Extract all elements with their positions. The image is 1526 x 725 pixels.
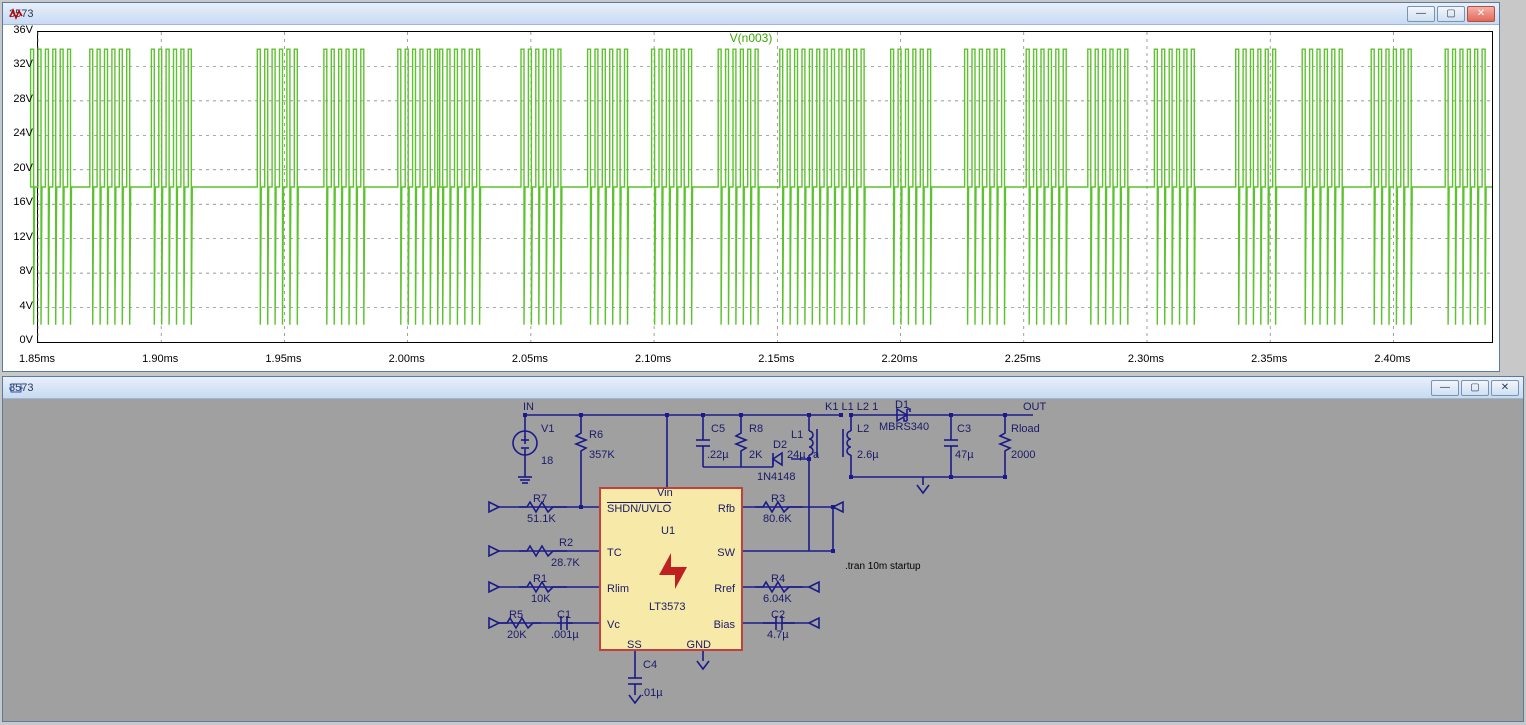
r7-val: 51.1K (527, 513, 556, 525)
minimize-button[interactable]: — (1431, 380, 1459, 396)
r8-val: 2K (749, 449, 762, 461)
x-tick: 2.30ms (1128, 353, 1164, 365)
d2-ref: D2 (773, 439, 787, 451)
x-tick: 2.40ms (1374, 353, 1410, 365)
d2-val: 1N4148 (757, 471, 796, 483)
pin-vc: Vc (607, 619, 620, 631)
v1-ref: V1 (541, 423, 554, 435)
ic-part: LT3573 (649, 601, 686, 613)
pin-rfb: Rfb (718, 503, 735, 515)
r3-val: 80.6K (763, 513, 792, 525)
r5-val: 20K (507, 629, 527, 641)
ic-lt3573: Vin SHDN/UVLO TC Rlim Vc SS GND Bias Rre… (599, 487, 743, 651)
y-tick: 12V (3, 231, 33, 243)
pin-ss: SS (627, 639, 642, 651)
schematic-window: 3573 — ▢ ✕ (2, 376, 1524, 722)
close-button[interactable]: ✕ (1467, 6, 1495, 22)
d1-val: MBRS340 (879, 421, 929, 433)
waveform-body[interactable]: V(n003) 0V4V8V12V16V20V24V28V32V36V1.85m… (3, 25, 1499, 371)
y-tick: 4V (3, 300, 33, 312)
maximize-button[interactable]: ▢ (1461, 380, 1489, 396)
pin-bias: Bias (714, 619, 735, 631)
x-tick: 2.20ms (881, 353, 917, 365)
x-tick: 2.05ms (512, 353, 548, 365)
x-tick: 1.95ms (265, 353, 301, 365)
r7-ref: R7 (533, 493, 547, 505)
l2-val: 2.6µ (857, 449, 879, 461)
spice-directive: .tran 10m startup (845, 561, 921, 572)
y-tick: 20V (3, 162, 33, 174)
r1-val: 10K (531, 593, 551, 605)
r5-ref: R5 (509, 609, 523, 621)
pin-rref: Rref (714, 583, 735, 595)
close-button[interactable]: ✕ (1491, 380, 1519, 396)
plot-area[interactable] (37, 31, 1493, 343)
pin-rlim: Rlim (607, 583, 629, 595)
c5-ref: C5 (711, 423, 725, 435)
c1-val: .001µ (551, 629, 579, 641)
r6-val: 357K (589, 449, 615, 461)
c4-ref: C4 (643, 659, 657, 671)
x-tick: 1.85ms (19, 353, 55, 365)
x-tick: 2.15ms (758, 353, 794, 365)
net-in: IN (523, 401, 534, 413)
rload-ref: Rload (1011, 423, 1040, 435)
c2-val: 4.7µ (767, 629, 789, 641)
schematic-body[interactable]: Vin SHDN/UVLO TC Rlim Vc SS GND Bias Rre… (3, 399, 1523, 721)
v1-val: 18 (541, 455, 553, 467)
maximize-button[interactable]: ▢ (1437, 6, 1465, 22)
x-tick: 2.00ms (389, 353, 425, 365)
r4-val: 6.04K (763, 593, 792, 605)
l1-dot: a (813, 449, 819, 461)
wiring (3, 399, 1525, 723)
y-tick: 24V (3, 127, 33, 139)
coupling-directive: K1 L1 L2 1 (825, 401, 878, 413)
r8-ref: R8 (749, 423, 763, 435)
c5-val: .22µ (707, 449, 729, 461)
pin-gnd: GND (687, 639, 711, 651)
c4-val: .01µ (641, 687, 663, 699)
r2-val: 28.7K (551, 557, 580, 569)
r2-ref: R2 (559, 537, 573, 549)
y-tick: 36V (3, 24, 33, 36)
pin-vin: Vin (657, 487, 673, 499)
x-tick: 2.10ms (635, 353, 671, 365)
y-tick: 0V (3, 334, 33, 346)
l1-ref: L1 (791, 429, 803, 441)
ic-ref: U1 (661, 525, 675, 537)
c3-val: 47µ (955, 449, 974, 461)
waveform-svg (38, 32, 1492, 342)
pin-shdn: SHDN/UVLO (607, 503, 671, 515)
d1-ref: D1 (895, 399, 909, 411)
pin-sw: SW (717, 547, 735, 559)
net-out: OUT (1023, 401, 1046, 413)
y-tick: 8V (3, 265, 33, 277)
waveform-window: 3573 — ▢ ✕ V(n003) 0V4V8V12V16V20V24V28V… (2, 2, 1500, 372)
rload-val: 2000 (1011, 449, 1035, 461)
l2-ref: L2 (857, 423, 869, 435)
minimize-button[interactable]: — (1407, 6, 1435, 22)
y-tick: 28V (3, 93, 33, 105)
c3-ref: C3 (957, 423, 971, 435)
r4-ref: R4 (771, 573, 785, 585)
c1-ref: C1 (557, 609, 571, 621)
pin-tc: TC (607, 547, 622, 559)
schematic-titlebar[interactable]: 3573 — ▢ ✕ (3, 377, 1523, 399)
x-tick: 2.35ms (1251, 353, 1287, 365)
l1-val: 24µ (787, 449, 806, 461)
r1-ref: R1 (533, 573, 547, 585)
waveform-titlebar[interactable]: 3573 — ▢ ✕ (3, 3, 1499, 25)
x-tick: 1.90ms (142, 353, 178, 365)
y-tick: 16V (3, 196, 33, 208)
scope-icon (9, 7, 23, 21)
c2-ref: C2 (771, 609, 785, 621)
y-tick: 32V (3, 58, 33, 70)
r6-ref: R6 (589, 429, 603, 441)
schematic-icon (9, 381, 23, 395)
r3-ref: R3 (771, 493, 785, 505)
x-tick: 2.25ms (1005, 353, 1041, 365)
